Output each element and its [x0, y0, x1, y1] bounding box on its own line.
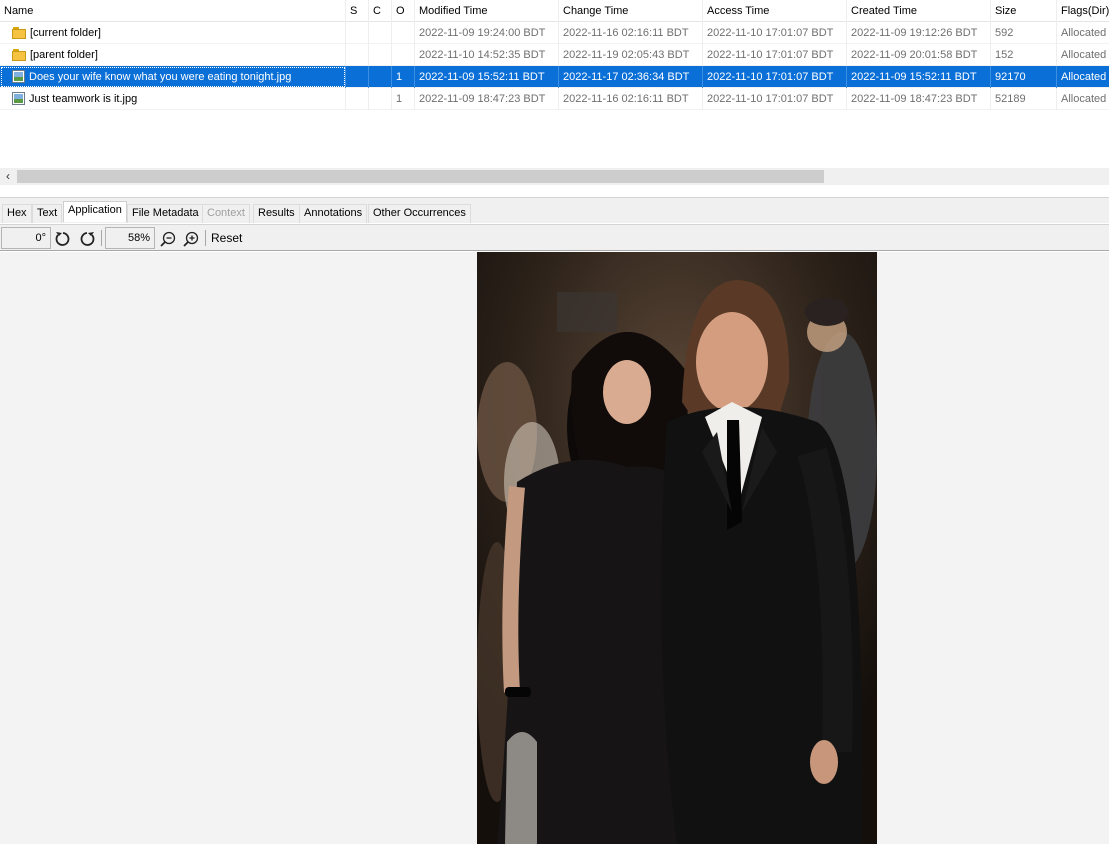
cell-o [392, 43, 415, 66]
cell-modified: 2022-11-09 19:24:00 BDT [415, 21, 559, 44]
table-row[interactable]: [parent folder] 2022-11-10 14:52:35 BDT … [0, 43, 1109, 66]
folder-icon [12, 26, 26, 39]
cell-name: Just teamwork is it.jpg [0, 87, 346, 110]
cell-s [346, 65, 369, 88]
cell-changed: 2022-11-19 02:05:43 BDT [559, 43, 703, 66]
cell-accessed: 2022-11-10 17:01:07 BDT [703, 43, 847, 66]
table-header: Name S C O Modified Time Change Time Acc… [0, 0, 1109, 22]
zoom-out-icon[interactable] [158, 229, 178, 248]
image-viewer-canvas [0, 252, 1109, 844]
column-header-size[interactable]: Size [991, 0, 1057, 22]
reset-button[interactable]: Reset [211, 229, 242, 248]
zoom-in-icon[interactable] [181, 229, 201, 248]
column-header-accessed[interactable]: Access Time [703, 0, 847, 22]
cell-name: Does your wife know what you were eating… [0, 65, 346, 88]
cell-created: 2022-11-09 20:01:58 BDT [847, 43, 991, 66]
cell-created: 2022-11-09 15:52:11 BDT [847, 65, 991, 88]
cell-flags: Allocated [1061, 26, 1107, 39]
tab-results[interactable]: Results [253, 204, 300, 223]
cell-o: 1 [392, 65, 415, 88]
rotate-left-icon[interactable] [53, 229, 73, 248]
cell-o: 1 [392, 87, 415, 110]
toolbar-separator [101, 230, 102, 246]
tab-annotations[interactable]: Annotations [299, 204, 368, 223]
cell-created: 2022-11-09 18:47:23 BDT [847, 87, 991, 110]
tab-other-occurrences[interactable]: Other Occurrences [368, 204, 471, 223]
cell-changed: 2022-11-17 02:36:34 BDT [559, 65, 703, 88]
cell-size: 52189 [991, 87, 1057, 110]
scrollbar-thumb[interactable] [17, 170, 824, 183]
cell-flags: Allocated [1061, 92, 1107, 105]
horizontal-scrollbar[interactable]: ‹ [0, 168, 1109, 185]
cell-o [392, 21, 415, 44]
image-file-icon [12, 70, 25, 83]
column-header-s[interactable]: S [346, 0, 369, 22]
table-row[interactable]: [current folder] 2022-11-09 19:24:00 BDT… [0, 21, 1109, 44]
content-viewer-tabs: Hex Text Application File Metadata Conte… [0, 197, 1109, 223]
table-row[interactable]: Just teamwork is it.jpg 1 2022-11-09 18:… [0, 87, 1109, 110]
cell-c [369, 87, 392, 110]
cell-accessed: 2022-11-10 17:01:07 BDT [703, 21, 847, 44]
folder-icon [12, 48, 26, 61]
file-name: Just teamwork is it.jpg [29, 92, 138, 105]
cell-modified: 2022-11-10 14:52:35 BDT [415, 43, 559, 66]
tab-hex[interactable]: Hex [2, 204, 32, 223]
cell-size: 92170 [991, 65, 1057, 88]
column-header-modified[interactable]: Modified Time [415, 0, 559, 22]
column-header-o[interactable]: O [392, 0, 415, 22]
column-header-c[interactable]: C [369, 0, 392, 22]
zoom-field[interactable]: 58% [105, 227, 155, 249]
cell-modified: 2022-11-09 15:52:11 BDT [415, 65, 559, 88]
cell-flags: Allocated [1061, 48, 1107, 61]
cell-accessed: 2022-11-10 17:01:07 BDT [703, 87, 847, 110]
tab-context: Context [202, 204, 250, 223]
column-header-flags[interactable]: Flags(Dir) [1057, 0, 1109, 22]
cell-c [369, 43, 392, 66]
toolbar-separator [205, 230, 206, 246]
cell-changed: 2022-11-16 02:16:11 BDT [559, 21, 703, 44]
image-file-icon [12, 92, 25, 105]
rotation-field[interactable]: 0° [1, 227, 51, 249]
scroll-left-icon[interactable]: ‹ [2, 169, 14, 184]
cell-changed: 2022-11-16 02:16:11 BDT [559, 87, 703, 110]
image-viewer-toolbar: 0° 58% Reset [0, 224, 1109, 251]
cell-c [369, 65, 392, 88]
file-name: [parent folder] [30, 48, 98, 61]
column-header-created[interactable]: Created Time [847, 0, 991, 22]
tab-file-metadata[interactable]: File Metadata [127, 204, 204, 223]
cell-size: 152 [991, 43, 1057, 66]
cell-s [346, 87, 369, 110]
cell-modified: 2022-11-09 18:47:23 BDT [415, 87, 559, 110]
rotate-right-icon[interactable] [77, 229, 97, 248]
file-name: Does your wife know what you were eating… [29, 70, 292, 83]
cell-name: [parent folder] [0, 43, 346, 66]
displayed-photo [477, 252, 877, 844]
column-header-name[interactable]: Name [0, 0, 346, 22]
cell-accessed: 2022-11-10 17:01:07 BDT [703, 65, 847, 88]
table-row-selected[interactable]: Does your wife know what you were eating… [0, 65, 1109, 88]
cell-name: [current folder] [0, 21, 346, 44]
file-name: [current folder] [30, 26, 101, 39]
cell-s [346, 21, 369, 44]
cell-flags: Allocated [1061, 70, 1107, 83]
cell-s [346, 43, 369, 66]
file-table: Name S C O Modified Time Change Time Acc… [0, 0, 1109, 168]
cell-size: 592 [991, 21, 1057, 44]
cell-c [369, 21, 392, 44]
tab-application[interactable]: Application [63, 201, 127, 222]
cell-created: 2022-11-09 19:12:26 BDT [847, 21, 991, 44]
tab-text[interactable]: Text [32, 204, 63, 223]
photo-illustration [477, 252, 877, 844]
column-header-changed[interactable]: Change Time [559, 0, 703, 22]
